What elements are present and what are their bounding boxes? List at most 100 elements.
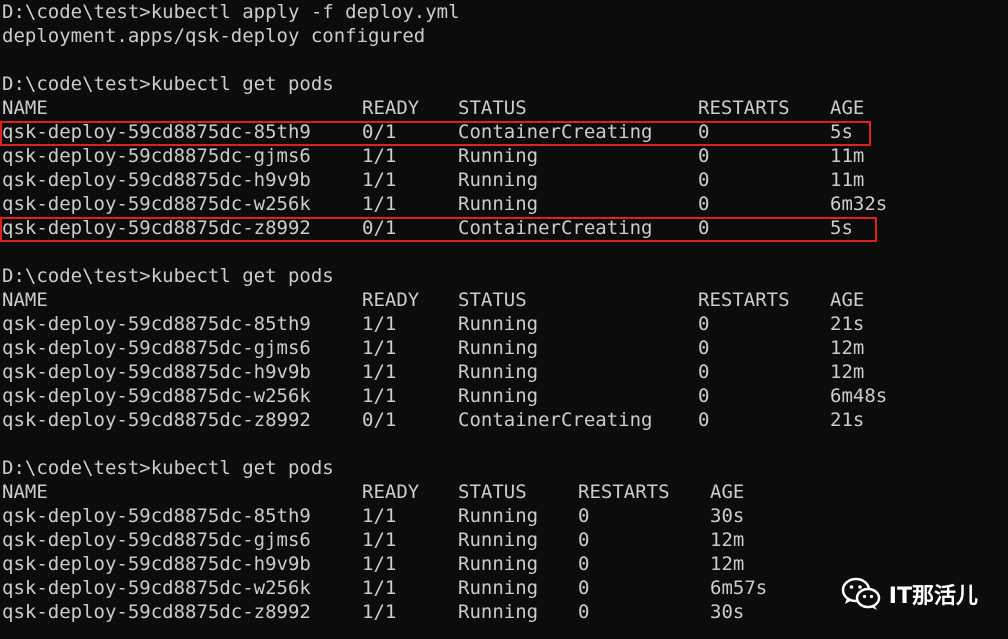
ready-count: 1/1 xyxy=(362,577,397,599)
pod-age: 6m32s xyxy=(830,193,888,215)
ready-count: 1/1 xyxy=(362,313,397,335)
column-header-pod-age: AGE xyxy=(710,481,745,503)
column-header-restart-count: RESTARTS xyxy=(698,289,790,311)
pod-status: Running xyxy=(458,193,539,215)
terminal-line: D:\code\test>kubectl get pods xyxy=(2,264,1008,288)
ready-count: 0/1 xyxy=(362,409,397,431)
column-header-pod-status: STATUS xyxy=(458,481,527,503)
table-row: qsk-deploy-59cd8875dc-h9v9b 1/1 Running 0 11… xyxy=(2,168,1008,192)
restart-count: 0 xyxy=(698,313,710,335)
command-prompt: D:\code\test>kubectl get pods xyxy=(2,457,334,479)
table-header: NAME READY STATUS RESTARTS AGE xyxy=(2,96,1008,120)
pod-name: qsk-deploy-59cd8875dc-gjms6 xyxy=(2,529,311,551)
terminal-line: D:\code\test>kubectl apply -f deploy.yml xyxy=(2,0,1008,24)
pod-name: qsk-deploy-59cd8875dc-z8992 xyxy=(2,409,311,431)
terminal-line: D:\code\test>kubectl get pods xyxy=(2,72,1008,96)
pod-status: Running xyxy=(458,145,539,167)
table-row: qsk-deploy-59cd8875dc-85th9 1/1 Running 0 21… xyxy=(2,312,1008,336)
pod-name: qsk-deploy-59cd8875dc-w256k xyxy=(2,577,311,599)
restart-count: 0 xyxy=(578,505,590,527)
pod-name: qsk-deploy-59cd8875dc-w256k xyxy=(2,193,311,215)
command-prompt: D:\code\test>kubectl apply -f deploy.yml xyxy=(2,1,460,23)
restart-count: 0 xyxy=(698,145,710,167)
table-row: qsk-deploy-59cd8875dc-w256k 1/1 Running 0 6m… xyxy=(2,384,1008,408)
restart-count: 0 xyxy=(698,217,710,239)
column-header-ready-count: READY xyxy=(362,97,420,119)
pod-age: 21s xyxy=(830,409,865,431)
pod-status: Running xyxy=(458,385,539,407)
table-row: qsk-deploy-59cd8875dc-h9v9b 1/1 Running 0 12… xyxy=(2,552,1008,576)
terminal-window[interactable]: D:\code\test>kubectl apply -f deploy.yml… xyxy=(0,0,1008,639)
column-header-ready-count: READY xyxy=(362,289,420,311)
pod-status: Running xyxy=(458,337,539,359)
column-header-ready-count: READY xyxy=(362,481,420,503)
column-header-pod-status: STATUS xyxy=(458,97,527,119)
restart-count: 0 xyxy=(698,337,710,359)
column-header-pod-name: NAME xyxy=(2,481,48,503)
restart-count: 0 xyxy=(578,529,590,551)
column-header-pod-status: STATUS xyxy=(458,289,527,311)
wechat-icon xyxy=(841,577,881,610)
restart-count: 0 xyxy=(578,601,590,623)
pod-name: qsk-deploy-59cd8875dc-h9v9b xyxy=(2,169,311,191)
pod-age: 11m xyxy=(830,145,865,167)
pod-status: Running xyxy=(458,601,539,623)
pod-name: qsk-deploy-59cd8875dc-z8992 xyxy=(2,601,311,623)
table-row: qsk-deploy-59cd8875dc-h9v9b 1/1 Running 0 12… xyxy=(2,360,1008,384)
pod-age: 5s xyxy=(830,121,853,143)
column-header-pod-age: AGE xyxy=(830,97,865,119)
restart-count: 0 xyxy=(698,361,710,383)
ready-count: 0/1 xyxy=(362,121,397,143)
terminal-line: deployment.apps/qsk-deploy configured xyxy=(2,24,1008,48)
column-header-pod-name: NAME xyxy=(2,97,48,119)
ready-count: 1/1 xyxy=(362,505,397,527)
pod-name: qsk-deploy-59cd8875dc-w256k xyxy=(2,385,311,407)
table-header: NAME READY STATUS RESTARTS AGE xyxy=(2,288,1008,312)
command-prompt: D:\code\test>kubectl get pods xyxy=(2,73,334,95)
pod-name: qsk-deploy-59cd8875dc-85th9 xyxy=(2,505,311,527)
pod-name: qsk-deploy-59cd8875dc-85th9 xyxy=(2,313,311,335)
table-row: qsk-deploy-59cd8875dc-85th9 0/1 ContainerC… xyxy=(2,120,1008,144)
pod-status: Running xyxy=(458,169,539,191)
pod-age: 6m48s xyxy=(830,385,888,407)
pod-age: 6m57s xyxy=(710,577,768,599)
ready-count: 1/1 xyxy=(362,193,397,215)
pod-age: 11m xyxy=(830,169,865,191)
table-row: qsk-deploy-59cd8875dc-z8992 0/1 ContainerC… xyxy=(2,216,1008,240)
pod-status: ContainerCreating xyxy=(458,217,653,239)
pod-name: qsk-deploy-59cd8875dc-z8992 xyxy=(2,217,311,239)
table-row: qsk-deploy-59cd8875dc-gjms6 1/1 Running 0 12… xyxy=(2,528,1008,552)
pod-age: 5s xyxy=(830,217,853,239)
pod-status: ContainerCreating xyxy=(458,409,653,431)
ready-count: 0/1 xyxy=(362,217,397,239)
table-row: qsk-deploy-59cd8875dc-w256k 1/1 Running 0 6m… xyxy=(2,192,1008,216)
watermark: IT那活儿 xyxy=(841,576,978,612)
table-row: qsk-deploy-59cd8875dc-gjms6 1/1 Running 0 11… xyxy=(2,144,1008,168)
table-row: qsk-deploy-59cd8875dc-gjms6 1/1 Running 0 12… xyxy=(2,336,1008,360)
pod-age: 12m xyxy=(710,553,745,575)
pod-status: Running xyxy=(458,313,539,335)
pods-table-1: NAME READY STATUS RESTARTS AGE qsk-deploy-59c… xyxy=(2,96,1008,240)
ready-count: 1/1 xyxy=(362,529,397,551)
restart-count: 0 xyxy=(578,577,590,599)
column-header-pod-age: AGE xyxy=(830,289,865,311)
pod-age: 12m xyxy=(830,361,865,383)
column-header-pod-name: NAME xyxy=(2,289,48,311)
pod-age: 12m xyxy=(710,529,745,551)
pod-age: 30s xyxy=(710,601,745,623)
restart-count: 0 xyxy=(698,169,710,191)
pods-table-2: NAME READY STATUS RESTARTS AGE qsk-deploy-59c… xyxy=(2,288,1008,432)
restart-count: 0 xyxy=(698,385,710,407)
restart-count: 0 xyxy=(578,553,590,575)
pod-name: qsk-deploy-59cd8875dc-h9v9b xyxy=(2,361,311,383)
pod-age: 12m xyxy=(830,337,865,359)
ready-count: 1/1 xyxy=(362,361,397,383)
restart-count: 0 xyxy=(698,121,710,143)
pod-age: 21s xyxy=(830,313,865,335)
pod-name: qsk-deploy-59cd8875dc-85th9 xyxy=(2,121,311,143)
pod-status: Running xyxy=(458,361,539,383)
ready-count: 1/1 xyxy=(362,169,397,191)
